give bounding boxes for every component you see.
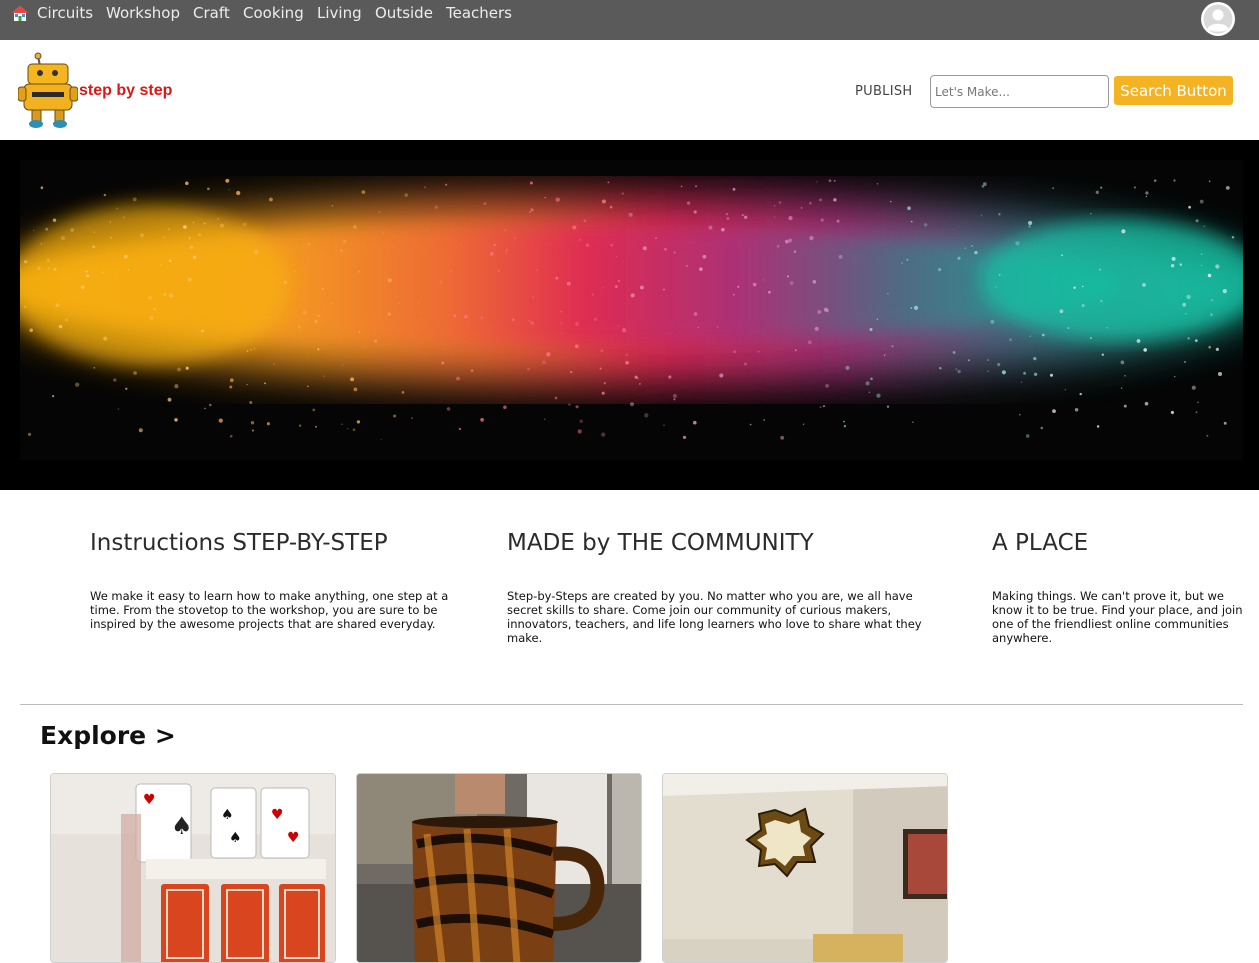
nav-link-cooking[interactable]: Cooking [243, 4, 304, 22]
svg-text:♠: ♠ [229, 830, 242, 846]
nav-link-craft[interactable]: Craft [193, 4, 230, 22]
svg-text:♥: ♥ [143, 792, 156, 808]
svg-text:♥: ♥ [287, 830, 300, 846]
feature-text-instructions: We make it easy to learn how to make any… [90, 589, 449, 631]
project-thumbnail-sunburst-mirror [663, 774, 947, 962]
project-card-playing-cards[interactable]: ♥ ♠ ♠ ♠ ♥ ♥ [50, 773, 336, 963]
nav-link-circuits[interactable]: Circuits [37, 4, 93, 22]
user-avatar-icon[interactable] [1200, 1, 1236, 37]
nav-link-living[interactable]: Living [317, 4, 362, 22]
hero-banner [0, 140, 1259, 490]
feature-title-place: A PLACE [992, 530, 1089, 556]
nav-link-outside[interactable]: Outside [375, 4, 433, 22]
search-button[interactable]: Search Button [1114, 76, 1233, 105]
feature-title-community: MADE by THE COMMUNITY [507, 530, 814, 556]
search-input[interactable] [930, 75, 1109, 108]
project-card-sunburst-mirror[interactable] [662, 773, 948, 963]
feature-text-community: Step-by-Steps are created by you. No mat… [507, 589, 922, 645]
robot-logo[interactable] [17, 52, 79, 130]
feature-title-instructions: Instructions STEP-BY-STEP [90, 530, 388, 556]
explore-heading[interactable]: Explore > [40, 721, 176, 750]
feature-text-place: Making things. We can't prove it, but we… [992, 589, 1243, 645]
home-icon[interactable] [11, 5, 29, 22]
svg-text:♠: ♠ [171, 812, 193, 840]
svg-text:♠: ♠ [221, 807, 234, 823]
project-card-wooden-mug[interactable] [356, 773, 642, 963]
svg-text:♥: ♥ [271, 807, 284, 823]
project-thumbnail-wooden-mug [357, 774, 641, 962]
top-nav: Circuits Workshop Craft Cooking Living O… [0, 0, 1259, 40]
nav-link-teachers[interactable]: Teachers [446, 4, 512, 22]
project-thumbnail-playing-cards: ♥ ♠ ♠ ♠ ♥ ♥ [51, 774, 335, 962]
section-divider [20, 704, 1243, 705]
hero-colorful-powder-image [0, 140, 1259, 490]
publish-link[interactable]: PUBLISH [855, 84, 912, 99]
logo-text[interactable]: step by step [79, 82, 172, 100]
nav-link-workshop[interactable]: Workshop [106, 4, 180, 22]
